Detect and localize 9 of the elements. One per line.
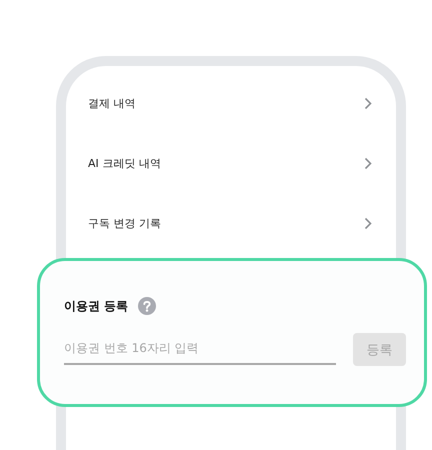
menu-item[interactable]: AI 크레딧 내역 bbox=[66, 133, 396, 193]
chevron-icon bbox=[364, 96, 372, 110]
menu-item[interactable]: 결제 내역 bbox=[66, 73, 396, 133]
chevron-icon bbox=[364, 216, 372, 230]
voucher-title: 이용권 등록 bbox=[64, 298, 128, 314]
menu-item[interactable]: 구독 변경 기록 bbox=[66, 193, 396, 253]
voucher-input[interactable]: 이용권 번호 16자리 입력 bbox=[64, 334, 336, 364]
help-icon[interactable] bbox=[138, 297, 156, 315]
chevron-icon bbox=[364, 156, 372, 170]
